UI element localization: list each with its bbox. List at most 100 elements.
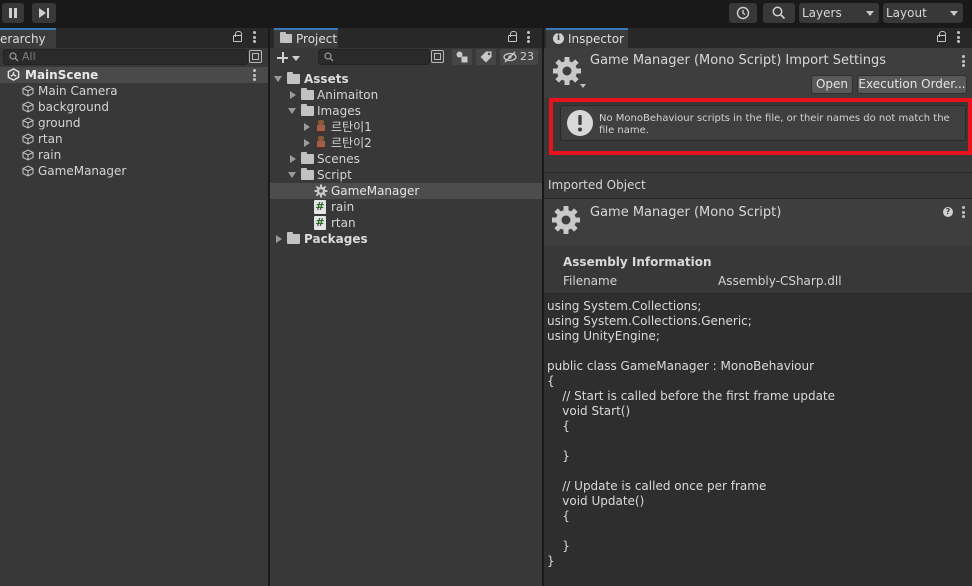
search-by-label-button[interactable] — [476, 49, 496, 65]
chevron-down-icon — [866, 11, 874, 16]
hierarchy-panel: erarchy All MainScene Main Camera backgro… — [0, 28, 268, 586]
tree-item-packages[interactable]: Packages — [270, 231, 542, 247]
tab-project[interactable]: Project — [274, 28, 338, 48]
project-tabbar: Project — [270, 28, 542, 48]
inspector-panel: i Inspector Game Manager (Mono Script) I… — [544, 28, 972, 586]
step-icon — [39, 8, 46, 18]
hierarchy-item-main-camera[interactable]: Main Camera — [0, 83, 268, 99]
lock-icon[interactable] — [508, 31, 517, 42]
step-button[interactable] — [32, 3, 56, 23]
tree-item-images[interactable]: Images — [270, 103, 542, 119]
help-icon[interactable]: ? — [943, 207, 953, 217]
execution-order-button[interactable]: Execution Order... — [857, 75, 967, 94]
hierarchy-scene-row[interactable]: MainScene — [0, 67, 268, 83]
chevron-down-icon — [950, 11, 958, 16]
create-asset-button[interactable] — [276, 50, 302, 66]
tree-item-gamemanager[interactable]: GameManager — [270, 183, 542, 199]
hierarchy-filter-button[interactable] — [249, 50, 262, 63]
section-divider — [544, 172, 972, 173]
tree-item-label: 르탄이1 — [331, 120, 372, 134]
code-line: using UnityEngine; — [547, 329, 660, 343]
hidden-packages-toggle[interactable]: 23 — [500, 49, 538, 65]
hierarchy-item-rain[interactable]: rain — [0, 147, 268, 163]
gameobject-cube-icon — [22, 165, 34, 177]
search-icon — [9, 52, 19, 62]
tab-project-label: Project — [296, 32, 338, 46]
tree-item-image2[interactable]: 르탄이2 — [270, 135, 542, 151]
collapse-arrow-icon[interactable] — [290, 91, 296, 99]
tree-item-rtan[interactable]: # rtan — [270, 215, 542, 231]
tree-item-rain[interactable]: # rain — [270, 199, 542, 215]
tab-hierarchy[interactable]: erarchy — [0, 28, 56, 48]
hierarchy-item-label: ground — [38, 116, 81, 130]
lock-icon[interactable] — [233, 31, 242, 42]
history-button[interactable] — [729, 3, 757, 23]
expand-arrow-icon[interactable] — [288, 172, 296, 178]
code-line: using System.Collections.Generic; — [547, 314, 752, 328]
hierarchy-item-rtan[interactable]: rtan — [0, 131, 268, 147]
tree-item-label: 르탄이2 — [331, 136, 372, 150]
code-line: void Start() — [547, 404, 631, 418]
hierarchy-search-input[interactable]: All — [3, 49, 248, 65]
expand-arrow-icon[interactable] — [288, 108, 296, 114]
tab-inspector[interactable]: i Inspector — [546, 28, 628, 48]
more-options-icon[interactable] — [253, 31, 256, 43]
search-by-type-button[interactable] — [452, 49, 472, 65]
code-preview: using System.Collections; using System.Co… — [544, 293, 972, 586]
project-search-input[interactable] — [318, 49, 430, 65]
tree-item-label: Assets — [304, 72, 349, 86]
code-line: } — [547, 449, 570, 463]
csharp-script-icon: # — [314, 216, 326, 230]
project-search-filter-button[interactable] — [431, 50, 444, 63]
collapse-arrow-icon[interactable] — [304, 139, 310, 147]
filter-icon — [252, 53, 259, 60]
search-button[interactable] — [763, 3, 795, 23]
folder-open-icon — [287, 72, 300, 84]
folder-icon — [301, 88, 314, 100]
header-more-icon[interactable] — [962, 55, 965, 67]
scene-more-icon[interactable] — [253, 69, 256, 81]
more-options-icon[interactable] — [527, 31, 530, 43]
eye-slash-icon — [503, 51, 517, 63]
warning-icon — [567, 110, 593, 136]
layout-label: Layout — [886, 6, 927, 20]
code-line: { — [547, 374, 555, 388]
layers-dropdown[interactable]: Layers — [799, 3, 879, 23]
scene-name: MainScene — [25, 68, 99, 82]
tree-item-image1[interactable]: 르탄이1 — [270, 119, 542, 135]
pause-button[interactable] — [2, 3, 24, 23]
filename-label: Filename — [563, 274, 618, 288]
hierarchy-item-background[interactable]: background — [0, 99, 268, 115]
tree-item-scenes[interactable]: Scenes — [270, 151, 542, 167]
tree-item-script[interactable]: Script — [270, 167, 542, 183]
tree-item-animaiton[interactable]: Animaiton — [270, 87, 542, 103]
hierarchy-item-ground[interactable]: ground — [0, 115, 268, 131]
code-line: { — [547, 419, 570, 433]
main-toolbar: Layers Layout — [0, 0, 972, 28]
folder-icon — [280, 32, 292, 43]
chevron-down-icon[interactable] — [580, 84, 586, 88]
execution-order-label: Execution Order... — [858, 77, 966, 91]
tab-hierarchy-label: erarchy — [0, 32, 46, 46]
gameobject-cube-icon — [22, 85, 34, 97]
gameobject-cube-icon — [22, 133, 34, 145]
expand-arrow-icon[interactable] — [274, 76, 282, 82]
inspector-header-title: Game Manager (Mono Script) Import Settin… — [590, 53, 887, 68]
open-button[interactable]: Open — [811, 75, 853, 94]
hierarchy-item-gamemanager[interactable]: GameManager — [0, 163, 268, 179]
collapse-arrow-icon[interactable] — [276, 235, 282, 243]
more-options-icon[interactable] — [957, 31, 960, 43]
tree-item-label: Script — [317, 168, 352, 182]
tree-item-label: GameManager — [331, 184, 420, 198]
code-line: // Update is called once per frame — [547, 479, 767, 493]
tree-item-assets[interactable]: Assets — [270, 71, 542, 87]
folder-open-icon — [301, 104, 314, 116]
info-icon: i — [553, 33, 564, 44]
component-more-icon[interactable] — [962, 206, 965, 218]
gameobject-cube-icon — [22, 117, 34, 129]
collapse-arrow-icon[interactable] — [290, 155, 296, 163]
layout-dropdown[interactable]: Layout — [883, 3, 963, 23]
collapse-arrow-icon[interactable] — [304, 123, 310, 131]
lock-icon[interactable] — [937, 31, 946, 42]
code-line: // Start is called before the first fram… — [547, 389, 836, 403]
